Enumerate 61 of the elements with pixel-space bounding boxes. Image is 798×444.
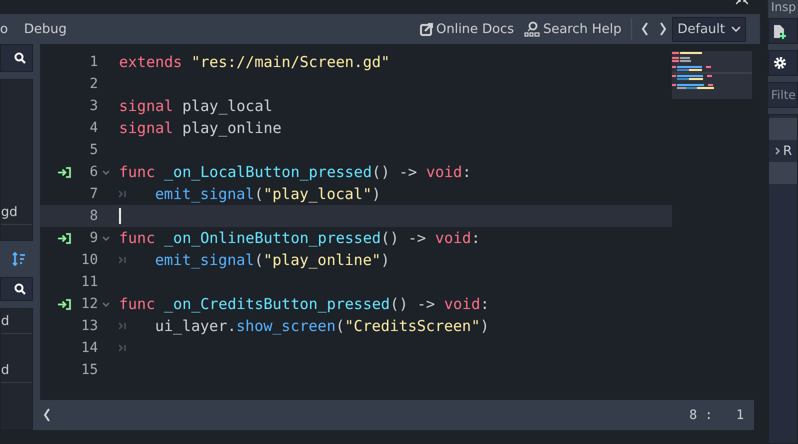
line-number: 13 xyxy=(80,318,98,334)
cursor-position: 8 : 1 xyxy=(689,408,744,422)
filter-field[interactable]: Filte xyxy=(768,82,798,108)
tab-indicator-icon xyxy=(119,256,127,264)
search-icon xyxy=(14,52,26,64)
property-row[interactable]: R xyxy=(769,140,797,162)
signal-connection-icon[interactable] xyxy=(58,166,71,178)
file-add-icon xyxy=(773,24,786,38)
chevron-right-icon xyxy=(658,22,666,36)
list-item[interactable]: gd xyxy=(1,200,32,225)
line-number: 1 xyxy=(88,54,98,70)
online-docs-button[interactable]: Online Docs xyxy=(415,16,520,42)
line-number: 3 xyxy=(88,98,98,114)
external-link-icon xyxy=(420,22,434,36)
code-line: func _on_LocalButton_pressed() -> void: xyxy=(119,163,472,181)
line-number: 11 xyxy=(80,274,98,290)
line-number: 10 xyxy=(80,252,98,268)
line-number: 7 xyxy=(88,186,98,202)
sort-icon[interactable] xyxy=(12,252,26,266)
search-help-button[interactable]: Search Help xyxy=(519,16,626,42)
code-line: signal play_online xyxy=(119,119,282,137)
tab-indicator-icon xyxy=(119,322,127,330)
chevron-left-icon xyxy=(640,22,648,36)
gear-icon xyxy=(773,56,787,70)
line-number: 12 xyxy=(80,296,98,312)
line-number: 8 xyxy=(88,208,98,224)
code-line: ui_layer.show_screen("CreditsScreen") xyxy=(155,317,490,335)
theme-dropdown[interactable]: Default xyxy=(672,16,746,42)
line-number: 9 xyxy=(88,230,98,246)
code-line: func _on_CreditsButton_pressed() -> void: xyxy=(119,295,490,313)
line-number: 6 xyxy=(88,164,98,180)
signal-connection-icon[interactable] xyxy=(58,232,71,244)
inspector-title: Insp xyxy=(770,0,796,14)
code-line: signal play_local xyxy=(119,97,273,115)
code-line: func _on_OnlineButton_pressed() -> void: xyxy=(119,229,480,247)
text-cursor xyxy=(119,208,121,224)
line-number: 4 xyxy=(88,120,98,136)
tab-indicator-icon xyxy=(119,344,127,352)
settings-button[interactable] xyxy=(768,50,798,76)
code-editor[interactable] xyxy=(40,44,754,400)
search-icon xyxy=(14,283,26,295)
code-line: extends "res://main/Screen.gd" xyxy=(119,53,390,71)
line-number: 5 xyxy=(88,142,98,158)
tab-indicator-icon xyxy=(119,190,127,198)
signal-connection-icon[interactable] xyxy=(58,298,71,310)
chevron-down-icon xyxy=(731,26,741,32)
chevron-right-icon xyxy=(775,147,780,155)
line-number: 15 xyxy=(80,362,98,378)
line-number: 2 xyxy=(88,76,98,92)
menu-item[interactable]: Debug xyxy=(24,22,75,36)
doc-search-icon xyxy=(524,21,540,37)
menu-item[interactable]: o xyxy=(0,22,16,36)
chevron-left-icon[interactable] xyxy=(43,408,51,422)
line-number: 14 xyxy=(80,340,98,356)
list-item[interactable]: d xyxy=(1,309,32,334)
list-item[interactable]: d xyxy=(1,358,32,383)
code-line: emit_signal("play_local") xyxy=(155,185,381,203)
code-line: emit_signal("play_online") xyxy=(155,251,390,269)
search-field[interactable] xyxy=(0,277,33,301)
new-resource-button[interactable] xyxy=(768,18,798,44)
search-field[interactable] xyxy=(0,44,33,72)
